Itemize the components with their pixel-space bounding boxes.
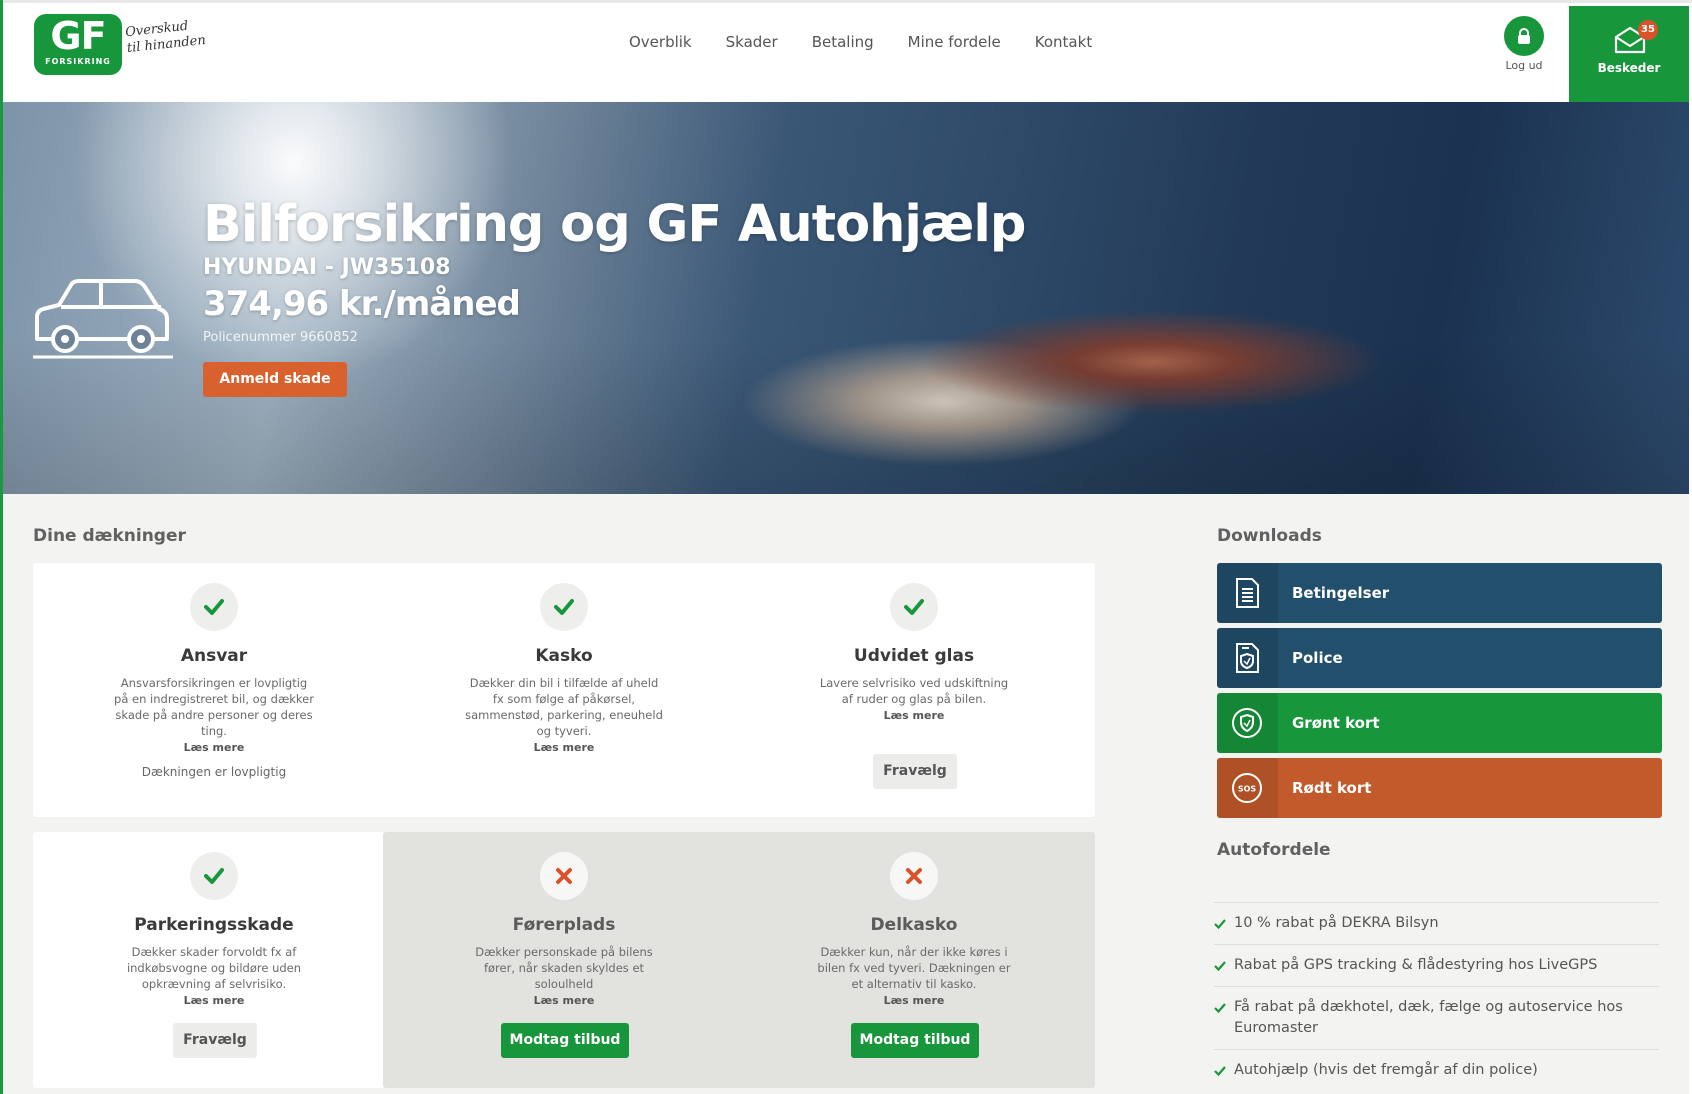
download-police[interactable]: Police <box>1217 628 1662 688</box>
messages-count-badge: 35 <box>1638 20 1658 40</box>
download-betingelser[interactable]: Betingelser <box>1217 563 1662 623</box>
nav-overblik[interactable]: Overblik <box>629 33 692 51</box>
check-icon <box>190 852 238 900</box>
messages-label: Beskeder <box>1597 61 1661 75</box>
logo-subtext: FORSIKRING <box>45 57 111 66</box>
list-item[interactable]: Autohjælp (hvis det fremgår af din polic… <box>1214 1049 1659 1091</box>
cross-icon <box>540 852 588 900</box>
download-gront-kort[interactable]: Grønt kort <box>1217 693 1662 753</box>
card-description: Lavere selvrisiko ved udskiftning af rud… <box>813 675 1015 724</box>
read-more-link[interactable]: Læs mere <box>463 740 665 756</box>
car-icon <box>33 279 173 359</box>
nav-betaling[interactable]: Betaling <box>812 33 874 51</box>
shield-document-icon <box>1236 643 1259 673</box>
card-description: Dækker personskade på bilens fører, når … <box>463 944 665 1009</box>
downloads-heading: Downloads <box>1217 526 1322 546</box>
get-offer-button[interactable]: Modtag tilbud <box>851 1023 979 1058</box>
check-icon <box>1214 919 1226 930</box>
messages-button[interactable]: 35 Beskeder <box>1569 6 1689 105</box>
check-icon <box>190 583 238 631</box>
coverage-card-forerplads: Førerplads Dækker personskade på bilens … <box>383 832 745 1088</box>
download-label: Rødt kort <box>1292 779 1372 797</box>
hero-banner: Bilforsikring og GF Autohjælp HYUNDAI - … <box>3 102 1689 494</box>
lock-icon <box>1504 16 1544 56</box>
nav-skader[interactable]: Skader <box>726 33 778 51</box>
logo-text: GF <box>50 14 106 58</box>
coverage-card-udvidet-glas: Udvidet glas Lavere selvrisiko ved udski… <box>733 563 1095 817</box>
read-more-link[interactable]: Læs mere <box>113 993 315 1009</box>
autofordele-heading: Autofordele <box>1217 840 1331 860</box>
mandatory-note: Dækningen er lovpligtig <box>141 765 287 779</box>
card-title: Delkasko <box>870 915 958 935</box>
main-nav: Overblik Skader Betaling Mine fordele Ko… <box>629 33 1126 51</box>
download-label: Grønt kort <box>1292 714 1380 732</box>
list-item[interactable]: Rabat på GPS tracking & flådestyring hos… <box>1214 944 1659 986</box>
download-label: Betingelser <box>1292 584 1390 602</box>
read-more-link[interactable]: Læs mere <box>113 740 315 756</box>
check-icon <box>1214 961 1226 972</box>
policy-number: Policenummer 9660852 <box>203 330 358 345</box>
svg-text:SOS: SOS <box>1238 785 1257 794</box>
card-description: Dækker skader forvoldt fx af indkøbsvogn… <box>113 944 315 1009</box>
autofordele-list: 10 % rabat på DEKRA Bilsyn Rabat på GPS … <box>1214 902 1659 1091</box>
hero-title: Bilforsikring og GF Autohjælp <box>203 195 1026 254</box>
check-icon <box>1214 1066 1226 1077</box>
get-offer-button[interactable]: Modtag tilbud <box>501 1023 629 1058</box>
coverage-card-ansvar: Ansvar Ansvarsforsikringen er lovpligtig… <box>33 563 395 817</box>
nav-kontakt[interactable]: Kontakt <box>1035 33 1092 51</box>
card-title: Ansvar <box>180 646 248 666</box>
coverages-heading: Dine dækninger <box>33 526 186 546</box>
logout-button[interactable]: Log ud <box>1496 16 1552 72</box>
download-label: Police <box>1292 649 1343 667</box>
check-icon <box>890 583 938 631</box>
nav-mine-fordele[interactable]: Mine fordele <box>908 33 1001 51</box>
download-rodt-kort[interactable]: SOS Rødt kort <box>1217 758 1662 818</box>
coverage-card-kasko: Kasko Dækker din bil i tilfælde af uheld… <box>383 563 745 817</box>
cross-icon <box>890 852 938 900</box>
opt-out-button[interactable]: Fravælg <box>173 1023 257 1058</box>
shield-icon <box>1232 708 1262 738</box>
read-more-link[interactable]: Læs mere <box>813 708 1015 724</box>
card-title: Kasko <box>535 646 593 666</box>
monthly-price: 374,96 kr./måned <box>203 284 521 324</box>
check-icon <box>1214 1003 1226 1014</box>
opt-out-button[interactable]: Fravælg <box>873 754 957 789</box>
slogan: Overskud til hinanden <box>124 18 207 57</box>
vehicle-name: HYUNDAI - JW35108 <box>203 255 451 280</box>
logout-label: Log ud <box>1505 59 1543 72</box>
read-more-link[interactable]: Læs mere <box>813 993 1015 1009</box>
check-icon <box>540 583 588 631</box>
list-item[interactable]: 10 % rabat på DEKRA Bilsyn <box>1214 902 1659 944</box>
document-icon <box>1236 578 1259 608</box>
coverage-card-delkasko: Delkasko Dækker kun, når der ikke køres … <box>733 832 1095 1088</box>
list-item[interactable]: Få rabat på dækhotel, dæk, fælge og auto… <box>1214 986 1659 1049</box>
sos-icon: SOS <box>1232 773 1262 803</box>
card-description: Dækker kun, når der ikke køres i bilen f… <box>813 944 1015 1009</box>
card-title: Førerplads <box>512 915 616 935</box>
card-description: Ansvarsforsikringen er lovpligtig på en … <box>113 676 315 756</box>
card-title: Udvidet glas <box>853 646 975 666</box>
card-title: Parkeringsskade <box>134 915 294 935</box>
coverage-card-parkeringsskade: Parkeringsskade Dækker skader forvoldt f… <box>33 832 395 1088</box>
gf-logo[interactable]: GF FORSIKRING <box>34 14 122 75</box>
site-header: GF FORSIKRING Overskud til hinanden Over… <box>3 3 1689 105</box>
report-claim-button[interactable]: Anmeld skade <box>203 362 347 397</box>
read-more-link[interactable]: Læs mere <box>463 993 665 1009</box>
card-description: Dækker din bil i tilfælde af uheld fx so… <box>463 675 665 756</box>
